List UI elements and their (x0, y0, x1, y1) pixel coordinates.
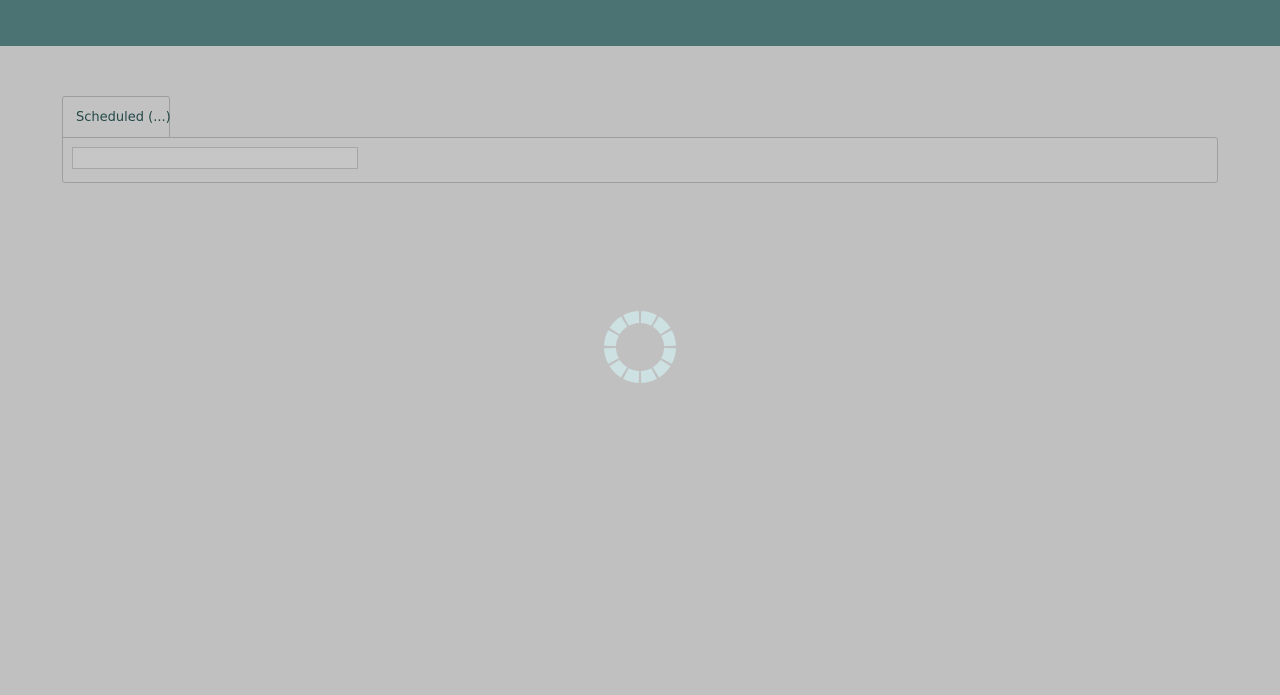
spinner-segment (604, 347, 619, 364)
top-header-bar (0, 0, 1280, 46)
loading-spinner-icon (604, 311, 676, 383)
spinner-segment (640, 311, 657, 326)
spinner-segment (640, 368, 657, 383)
main-content: Scheduled (...) (0, 46, 1280, 695)
tab-panel-scheduled (62, 137, 1218, 183)
spinner-segment (609, 316, 628, 335)
filter-input[interactable] (72, 147, 358, 169)
spinner-segment (661, 330, 676, 347)
spinner-segment (623, 311, 640, 326)
tab-scheduled-label: Scheduled (...) (76, 110, 171, 125)
spinner-segment (652, 359, 671, 378)
spinner-segment (652, 316, 671, 335)
spinner-segment (623, 368, 640, 383)
tab-scheduled[interactable]: Scheduled (...) (62, 96, 171, 137)
spinner-segment (604, 330, 619, 347)
spinner-segment (609, 359, 628, 378)
spinner-segment (661, 347, 676, 364)
